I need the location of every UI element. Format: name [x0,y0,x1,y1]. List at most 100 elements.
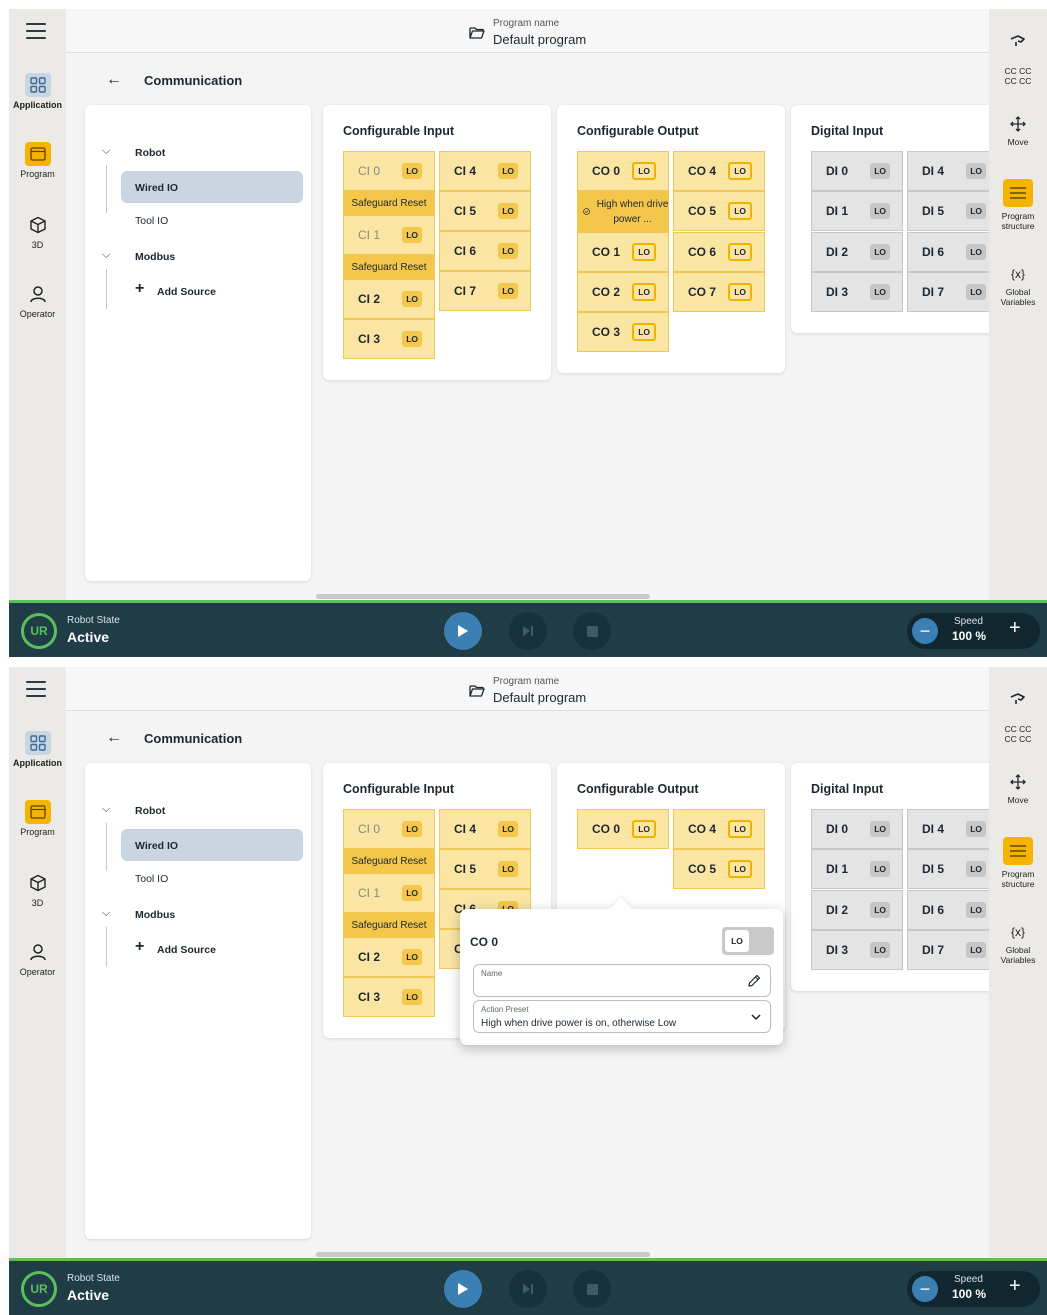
chevron-down-icon[interactable]: ⌵ [102,803,110,816]
io-cell-ci1[interactable]: CI 1 LO [343,215,435,255]
global-variables-button[interactable]: {x} Global Variables [989,923,1047,965]
io-cell-co2[interactable]: CO 2 LO [577,272,669,312]
io-cell-ci7[interactable]: CI 7LO [439,271,531,311]
io-cell-di2[interactable]: DI 2 LO [811,890,903,930]
robot-arm-button[interactable] [989,689,1047,711]
nav-operator[interactable]: Operator [9,940,66,977]
io-cell-co3[interactable]: CO 3 LO [577,312,669,352]
io-cell-co7[interactable]: CO 7 LO [673,272,765,312]
io-cell-ci3[interactable]: CI 3 LO [343,319,435,359]
horizontal-scrollbar[interactable] [316,594,650,599]
pencil-icon[interactable] [746,973,762,989]
state-badge: LO [966,821,986,837]
tree-tool-io[interactable]: Tool IO [135,873,168,885]
io-cell-co5[interactable]: CO 5 LO [673,191,765,231]
io-cell-di4[interactable]: DI 4 LO [907,809,999,849]
speed-decrease-button[interactable]: − [912,618,938,644]
io-cell-ci4[interactable]: CI 4 LO [439,809,531,849]
tree-tool-io[interactable]: Tool IO [135,215,168,227]
io-cell-co6[interactable]: CO 6 LO [673,232,765,272]
io-cell-di7[interactable]: DI 7 LO [907,930,999,970]
program-structure-button[interactable]: Program structure [989,837,1047,889]
speed-decrease-button[interactable]: − [912,1276,938,1302]
io-cell-ci5[interactable]: CI 5 LO [439,849,531,889]
io-cell-di5[interactable]: DI 5 LO [907,849,999,889]
move-button[interactable]: Move [989,115,1047,147]
add-source-link[interactable]: Add Source [157,944,216,956]
plus-icon[interactable]: + [135,938,144,956]
chevron-down-icon[interactable]: ⌵ [102,907,110,920]
io-cell-ci5[interactable]: CI 5 LO [439,191,531,231]
tree-robot[interactable]: Robot [135,805,165,817]
io-cell-ci3[interactable]: CI 3 LO [343,977,435,1017]
play-button[interactable] [444,1270,482,1308]
io-cell-di6[interactable]: DI 6 LO [907,890,999,930]
tree-robot[interactable]: Robot [135,147,165,159]
io-cell-ci0[interactable]: CI 0 LO [343,151,435,191]
io-cell-co1[interactable]: CO 1 LO [577,232,669,272]
nav-program[interactable]: Program [9,800,66,837]
hamburger-menu-icon[interactable] [26,23,46,41]
step-button[interactable] [509,612,547,650]
io-cell-di4[interactable]: DI 4 LO [907,151,999,191]
speed-increase-button[interactable]: + [1009,1275,1021,1298]
horizontal-scrollbar[interactable] [316,1252,650,1257]
action-preset-select[interactable]: Action Preset High when drive power is o… [473,1000,771,1033]
tree-wired-io[interactable]: Wired IO [135,182,178,194]
chevron-down-icon[interactable]: ⌵ [102,249,110,262]
speed-increase-button[interactable]: + [1009,617,1021,640]
nav-application[interactable]: Application [9,73,66,110]
safeguard-reset-tag: Safeguard Reset [343,913,435,937]
io-cell-ci1[interactable]: CI 1 LO [343,873,435,913]
robot-arm-button[interactable] [989,31,1047,53]
toggle-knob: LO [725,930,749,952]
io-cell-di1[interactable]: DI 1 LO [811,849,903,889]
tree-wired-io[interactable]: Wired IO [135,840,178,852]
io-cell-di5[interactable]: DI 5 LO [907,191,999,231]
name-field[interactable]: Name [473,964,771,997]
io-cell-di0[interactable]: DI 0 LO [811,151,903,191]
step-button[interactable] [509,1270,547,1308]
tree-modbus[interactable]: Modbus [135,251,175,263]
io-cell-di0[interactable]: DI 0 LO [811,809,903,849]
add-source-link[interactable]: Add Source [157,286,216,298]
io-cell-ci4[interactable]: CI 4 LO [439,151,531,191]
play-button[interactable] [444,612,482,650]
output-toggle[interactable]: LO [722,927,774,955]
nav-3d[interactable]: 3D [9,213,66,250]
stop-button[interactable] [573,1270,611,1308]
stop-button[interactable] [573,612,611,650]
plus-icon[interactable]: + [135,280,144,298]
io-cell-di3[interactable]: DI 3 LO [811,930,903,970]
io-cell-di2[interactable]: DI 2 LO [811,232,903,272]
nav-program[interactable]: Program [9,142,66,179]
io-cell-di6[interactable]: DI 6 LO [907,232,999,272]
io-cell-co4[interactable]: CO 4 LO [673,151,765,191]
global-variables-button[interactable]: {x} Global Variables [989,265,1047,307]
io-cell-di1[interactable]: DI 1 LO [811,191,903,231]
io-cell-di3[interactable]: DI 3 LO [811,272,903,312]
nav-application[interactable]: Application [9,731,66,768]
io-cell-co0[interactable]: CO 0 LO [577,151,669,191]
io-cell-co5[interactable]: CO 5 LO [673,849,765,889]
state-badge: LO [402,885,422,901]
nav-3d[interactable]: 3D [9,871,66,908]
move-button[interactable]: Move [989,773,1047,805]
io-cell-co4[interactable]: CO 4 LO [673,809,765,849]
io-cell-di7[interactable]: DI 7 LO [907,272,999,312]
program-structure-button[interactable]: Program structure [989,179,1047,231]
io-cell-co0[interactable]: CO 0 LO [577,809,669,849]
io-cell-ci0[interactable]: CI 0 LO [343,809,435,849]
cc-indicator[interactable]: CC CC CC CC [989,66,1047,86]
hamburger-menu-icon[interactable] [26,681,46,699]
speed-control: − Speed 100 % + [907,613,1040,649]
tree-modbus[interactable]: Modbus [135,909,175,921]
chevron-down-icon[interactable]: ⌵ [102,145,110,158]
io-cell-ci2[interactable]: CI 2 LO [343,937,435,977]
nav-operator[interactable]: Operator [9,282,66,319]
io-cell-ci2[interactable]: CI 2 LO [343,279,435,319]
back-arrow-icon[interactable]: ← [106,729,126,747]
back-arrow-icon[interactable]: ← [106,71,126,89]
cc-indicator[interactable]: CC CC CC CC [989,724,1047,744]
io-cell-ci6[interactable]: CI 6LO [439,231,531,271]
